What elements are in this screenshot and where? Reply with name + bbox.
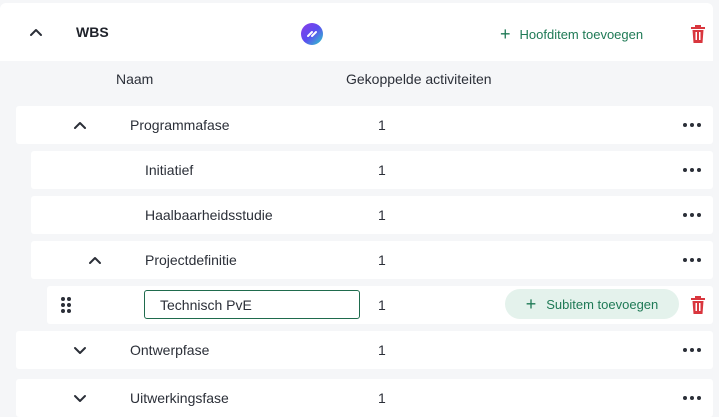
more-options-icon[interactable]	[683, 396, 701, 400]
more-options-icon[interactable]	[683, 213, 701, 217]
wbs-row[interactable]: Initiatief 1	[31, 151, 713, 189]
row-label: Haalbaarheidsstudie	[145, 207, 273, 223]
more-options-icon[interactable]	[683, 348, 701, 352]
row-label: Uitwerkingsfase	[130, 390, 229, 406]
trash-icon[interactable]	[690, 25, 706, 43]
plus-icon: +	[500, 24, 511, 44]
column-headers: Naam Gekoppelde activiteiten	[0, 61, 713, 99]
row-activity-count: 1	[378, 207, 386, 223]
drag-handle-icon[interactable]	[60, 296, 72, 314]
add-subitem-button[interactable]: + Subitem toevoegen	[505, 289, 679, 319]
chevron-up-icon[interactable]	[72, 117, 88, 133]
plus-icon: +	[525, 294, 537, 314]
row-label: Ontwerpfase	[130, 342, 210, 358]
row-activity-count: 1	[378, 252, 386, 268]
wbs-row[interactable]: Ontwerpfase 1	[16, 331, 713, 369]
row-activity-count: 1	[378, 297, 386, 313]
wbs-row-editing[interactable]: 1 + Subitem toevoegen	[47, 286, 713, 324]
row-label: Initiatief	[145, 162, 194, 178]
wbs-row[interactable]: Uitwerkingsfase 1	[16, 379, 713, 417]
more-options-icon[interactable]	[683, 168, 701, 172]
wbs-row[interactable]: Haalbaarheidsstudie 1	[31, 196, 713, 234]
more-options-icon[interactable]	[683, 258, 701, 262]
trash-icon[interactable]	[690, 296, 706, 314]
wbs-row[interactable]: Programmafase 1	[16, 106, 713, 144]
wbs-title: WBS	[76, 24, 109, 40]
row-label: Programmafase	[130, 117, 230, 133]
item-name-input[interactable]	[144, 290, 360, 319]
row-activity-count: 1	[378, 390, 386, 406]
row-activity-count: 1	[378, 342, 386, 358]
more-options-icon[interactable]	[683, 123, 701, 127]
add-main-item-label: Hoofditem toevoegen	[519, 26, 644, 42]
chevron-up-icon[interactable]	[87, 252, 103, 268]
column-header-name: Naam	[116, 71, 154, 87]
column-header-activities: Gekoppelde activiteiten	[346, 71, 492, 87]
wbs-row[interactable]: Projectdefinitie 1	[31, 241, 713, 279]
wbs-header: WBS + Hoofditem toevoegen	[0, 3, 713, 61]
row-activity-count: 1	[378, 162, 386, 178]
add-subitem-label: Subitem toevoegen	[546, 296, 659, 312]
row-activity-count: 1	[378, 117, 386, 133]
chevron-down-icon[interactable]	[72, 390, 88, 406]
app-logo-icon	[301, 23, 323, 45]
add-main-item-button[interactable]: + Hoofditem toevoegen	[500, 23, 643, 45]
wbs-panel: WBS + Hoofditem toevoegen Naam Gekoppeld…	[0, 0, 719, 417]
row-label: Projectdefinitie	[145, 252, 237, 268]
chevron-down-icon[interactable]	[72, 342, 88, 358]
chevron-up-icon[interactable]	[27, 23, 45, 41]
